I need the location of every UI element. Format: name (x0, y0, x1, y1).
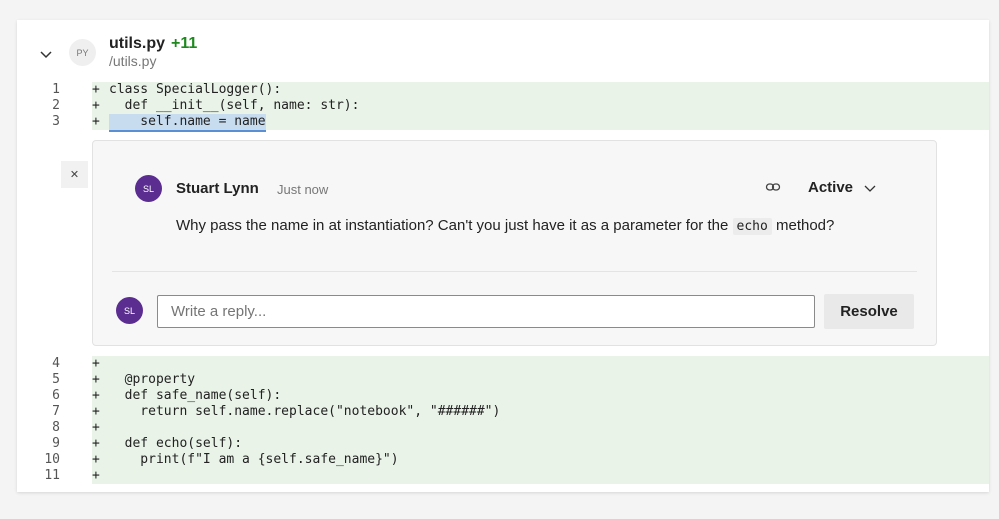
added-marker: + (92, 372, 100, 387)
collapse-thread-button[interactable]: ✕ (61, 161, 88, 188)
added-marker: + (92, 452, 100, 467)
code-block-top: 1 + class SpecialLogger(): 2 + def __init__(… (17, 82, 989, 132)
line-number: 4 (17, 356, 60, 372)
status-dropdown[interactable]: Active (808, 179, 877, 196)
added-marker: + (92, 98, 100, 113)
code-line: 6 + def safe_name(self): (17, 388, 989, 404)
added-marker: + (92, 468, 100, 483)
file-path: /utils.py (109, 53, 157, 69)
comment-author: Stuart Lynn (176, 180, 259, 197)
added-marker: + (92, 114, 100, 129)
status-label: Active (808, 179, 854, 196)
chevron-down-icon[interactable] (39, 47, 53, 61)
code-line: 7 + return self.name.replace("notebook", … (17, 404, 989, 420)
reply-avatar: SL (116, 297, 143, 324)
code-text: return self.name.replace("notebook", "##… (109, 404, 501, 419)
added-marker: + (92, 420, 100, 435)
added-marker: + (92, 436, 100, 451)
line-number: 11 (17, 468, 60, 484)
avatar: SL (135, 175, 162, 202)
comment-text: Why pass the name in at instantiation? C… (176, 217, 733, 234)
divider (112, 271, 917, 272)
file-name-text: utils.py (109, 35, 166, 52)
line-number: 10 (17, 452, 60, 468)
inline-code: echo (732, 218, 772, 235)
code-line: 11 + (17, 468, 989, 484)
code-line: 9 + def echo(self): (17, 436, 989, 452)
reply-input[interactable] (157, 295, 815, 328)
line-number: 9 (17, 436, 60, 452)
collapse-icon: ✕ (69, 169, 80, 181)
code-text: @property (109, 372, 196, 387)
line-number: 2 (17, 98, 60, 114)
code-text: class SpecialLogger(): (109, 82, 282, 97)
added-marker: + (92, 404, 100, 419)
added-count: +11 (171, 35, 198, 52)
code-line: 10 + print(f"I am a {self.safe_name}") (17, 452, 989, 468)
file-type-icon: PY (69, 39, 96, 66)
added-marker: + (92, 82, 100, 97)
added-marker: + (92, 388, 100, 403)
comment-time: Just now (277, 182, 329, 197)
code-line: 2 + def __init__(self, name: str): (17, 98, 989, 114)
code-block-bottom: 4 +5 + @property 6 + def safe_name(self): 7 + … (17, 356, 989, 484)
chevron-down-icon (864, 185, 876, 192)
code-text: print(f"I am a {self.safe_name}") (109, 452, 399, 467)
line-number: 8 (17, 420, 60, 436)
line-number: 7 (17, 404, 60, 420)
comment-body: Why pass the name in at instantiation? C… (176, 216, 856, 237)
line-number: 1 (17, 82, 60, 98)
code-line: 8 + (17, 420, 989, 436)
code-line: 4 + (17, 356, 989, 372)
line-number: 6 (17, 388, 60, 404)
code-text: def safe_name(self): (109, 388, 282, 403)
line-number: 3 (17, 114, 60, 130)
code-line: 1 + class SpecialLogger(): (17, 82, 989, 98)
comment-thread: SL Stuart Lynn Just now Active Why pass … (92, 140, 937, 346)
code-line: 3 + self.name = name (17, 114, 989, 132)
resolve-button[interactable]: Resolve (824, 294, 914, 329)
code-text: def __init__(self, name: str): (109, 98, 360, 113)
code-text: self.name = name (109, 114, 266, 132)
file-diff-card: PY utils.py +11 /utils.py 1 + class Special… (17, 20, 989, 492)
comment-text-end: method? (771, 217, 835, 234)
code-line: 5 + @property (17, 372, 989, 388)
file-name: utils.py +11 (109, 35, 197, 53)
added-marker: + (92, 356, 100, 371)
line-number: 5 (17, 372, 60, 388)
link-icon[interactable] (765, 179, 781, 195)
code-text: def echo(self): (109, 436, 243, 451)
